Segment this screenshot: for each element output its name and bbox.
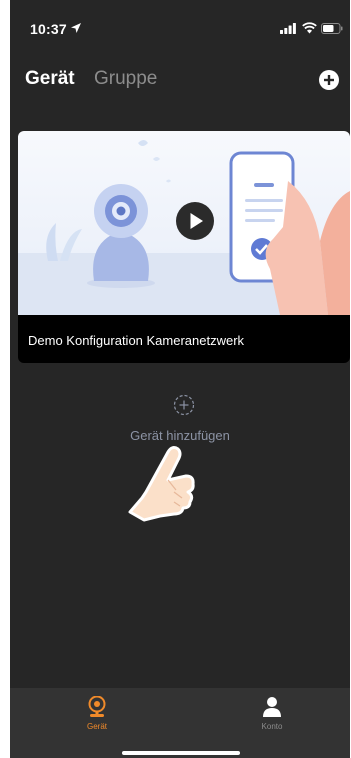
demo-video-card[interactable]: Demo Konfiguration Kameranetzwerk (18, 131, 350, 363)
tab-device[interactable]: Gerät (25, 68, 75, 90)
add-dashed-circle-icon[interactable] (173, 394, 195, 416)
add-circle-icon[interactable] (319, 70, 339, 90)
demo-card-caption: Demo Konfiguration Kameranetzwerk (28, 333, 245, 348)
tab-group[interactable]: Gruppe (94, 68, 157, 90)
tab-geraet-label: Gerät (86, 722, 107, 731)
pointing-hand-icon (128, 446, 195, 522)
bottom-tab-bar: Gerät Konto (10, 688, 350, 758)
home-indicator (122, 751, 240, 755)
camera-tab-icon (88, 696, 106, 717)
wifi-icon (302, 22, 317, 34)
status-bar: 10:37 (10, 0, 350, 50)
app-screen: 10:37 Gerät Gruppe Demo Konfiguration Ka… (10, 0, 350, 758)
signal-icon (280, 23, 296, 34)
battery-icon (321, 23, 343, 34)
status-time: 10:37 (30, 21, 67, 37)
location-arrow-icon (71, 23, 81, 33)
person-icon (263, 697, 281, 717)
play-icon[interactable] (175, 201, 215, 241)
tab-geraet[interactable]: Gerät (47, 696, 147, 731)
tab-konto-label: Konto (261, 722, 283, 731)
tab-konto[interactable]: Konto (222, 696, 322, 731)
